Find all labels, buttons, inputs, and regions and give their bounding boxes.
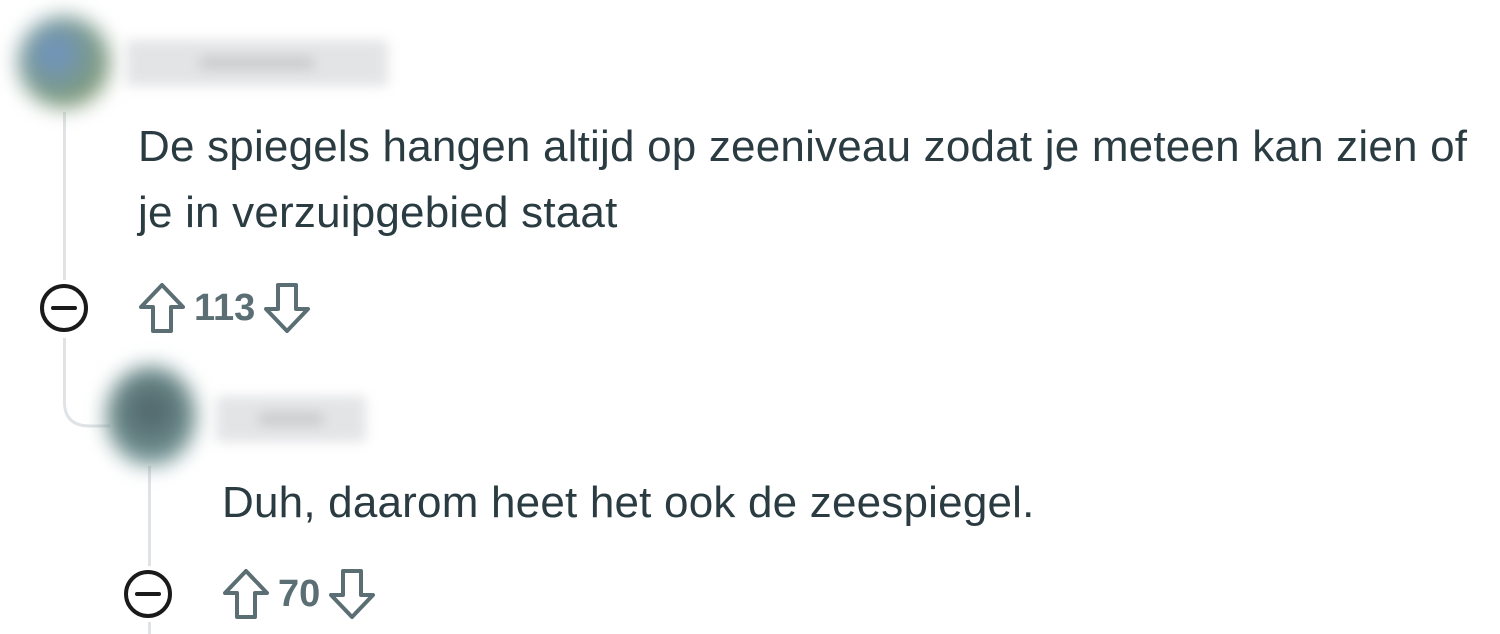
vote-count: 70 [278, 572, 321, 615]
collapse-button[interactable] [122, 568, 174, 620]
comment-actions: 113 [38, 278, 313, 338]
upvote-button[interactable] [220, 566, 272, 622]
downvote-button[interactable] [261, 280, 313, 336]
username-redacted[interactable] [126, 40, 388, 86]
collapse-button[interactable] [38, 282, 90, 334]
avatar[interactable] [106, 366, 196, 466]
vote-count: 113 [194, 286, 256, 329]
thread-line-reply-upper [148, 466, 151, 566]
arrow-up-outline-icon [139, 283, 185, 333]
username-redacted[interactable] [216, 396, 366, 442]
comment-body: Duh, daarom heet het ook de zeespiegel. [222, 478, 1035, 527]
comment-body: De spiegels hangen altijd op zeeniveau z… [138, 122, 1468, 237]
arrow-down-outline-icon [329, 569, 376, 619]
thread-branch-connector [63, 380, 110, 428]
arrow-up-outline-icon [223, 569, 269, 619]
minus-circle-icon [124, 570, 172, 618]
downvote-button[interactable] [326, 566, 378, 622]
comment-actions: 70 [122, 564, 378, 624]
upvote-button[interactable] [136, 280, 188, 336]
thread-line-parent-upper [63, 112, 66, 280]
arrow-down-outline-icon [264, 283, 311, 333]
minus-circle-icon [40, 284, 88, 332]
thread-line-parent-lower [63, 338, 66, 384]
avatar[interactable] [18, 16, 110, 108]
